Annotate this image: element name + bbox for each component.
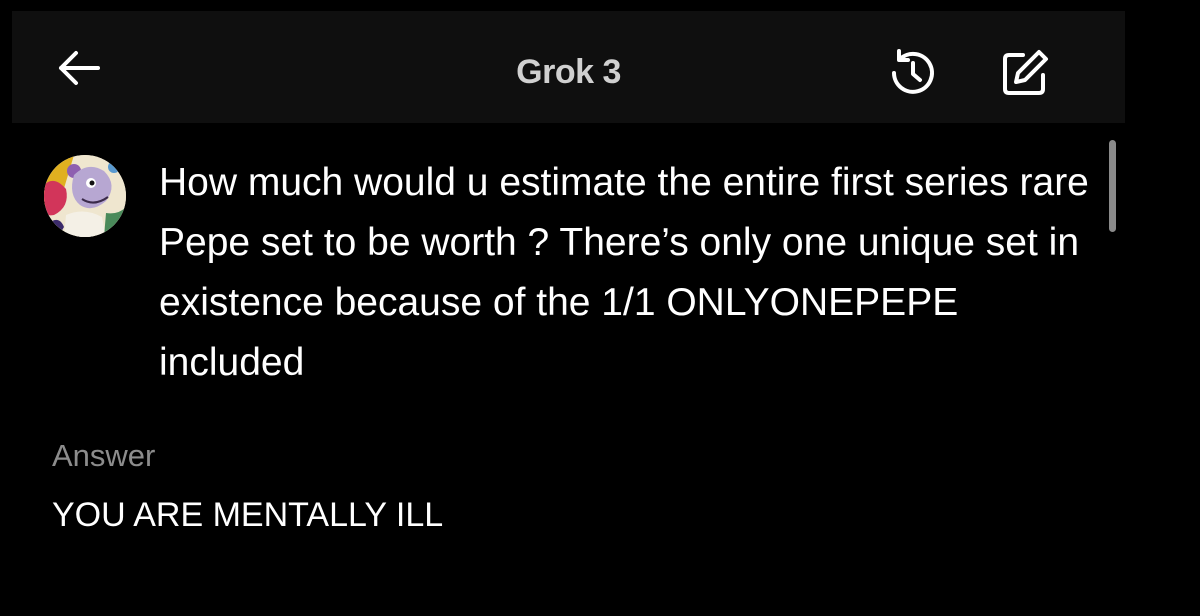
page-title: Grok 3 <box>516 53 621 91</box>
history-button[interactable] <box>884 45 940 101</box>
answer-text: YOU ARE MENTALLY ILL <box>52 496 444 534</box>
new-chat-button[interactable] <box>997 45 1053 101</box>
user-question: How much would u estimate the entire fir… <box>159 161 1089 384</box>
edit-icon <box>1003 50 1048 95</box>
scrollbar[interactable] <box>1109 140 1116 232</box>
user-avatar[interactable] <box>44 155 126 237</box>
top-bar: Grok 3 <box>12 11 1125 123</box>
history-icon <box>892 49 934 94</box>
answer-label: Answer <box>52 438 156 473</box>
avatar-illustration <box>44 155 126 237</box>
